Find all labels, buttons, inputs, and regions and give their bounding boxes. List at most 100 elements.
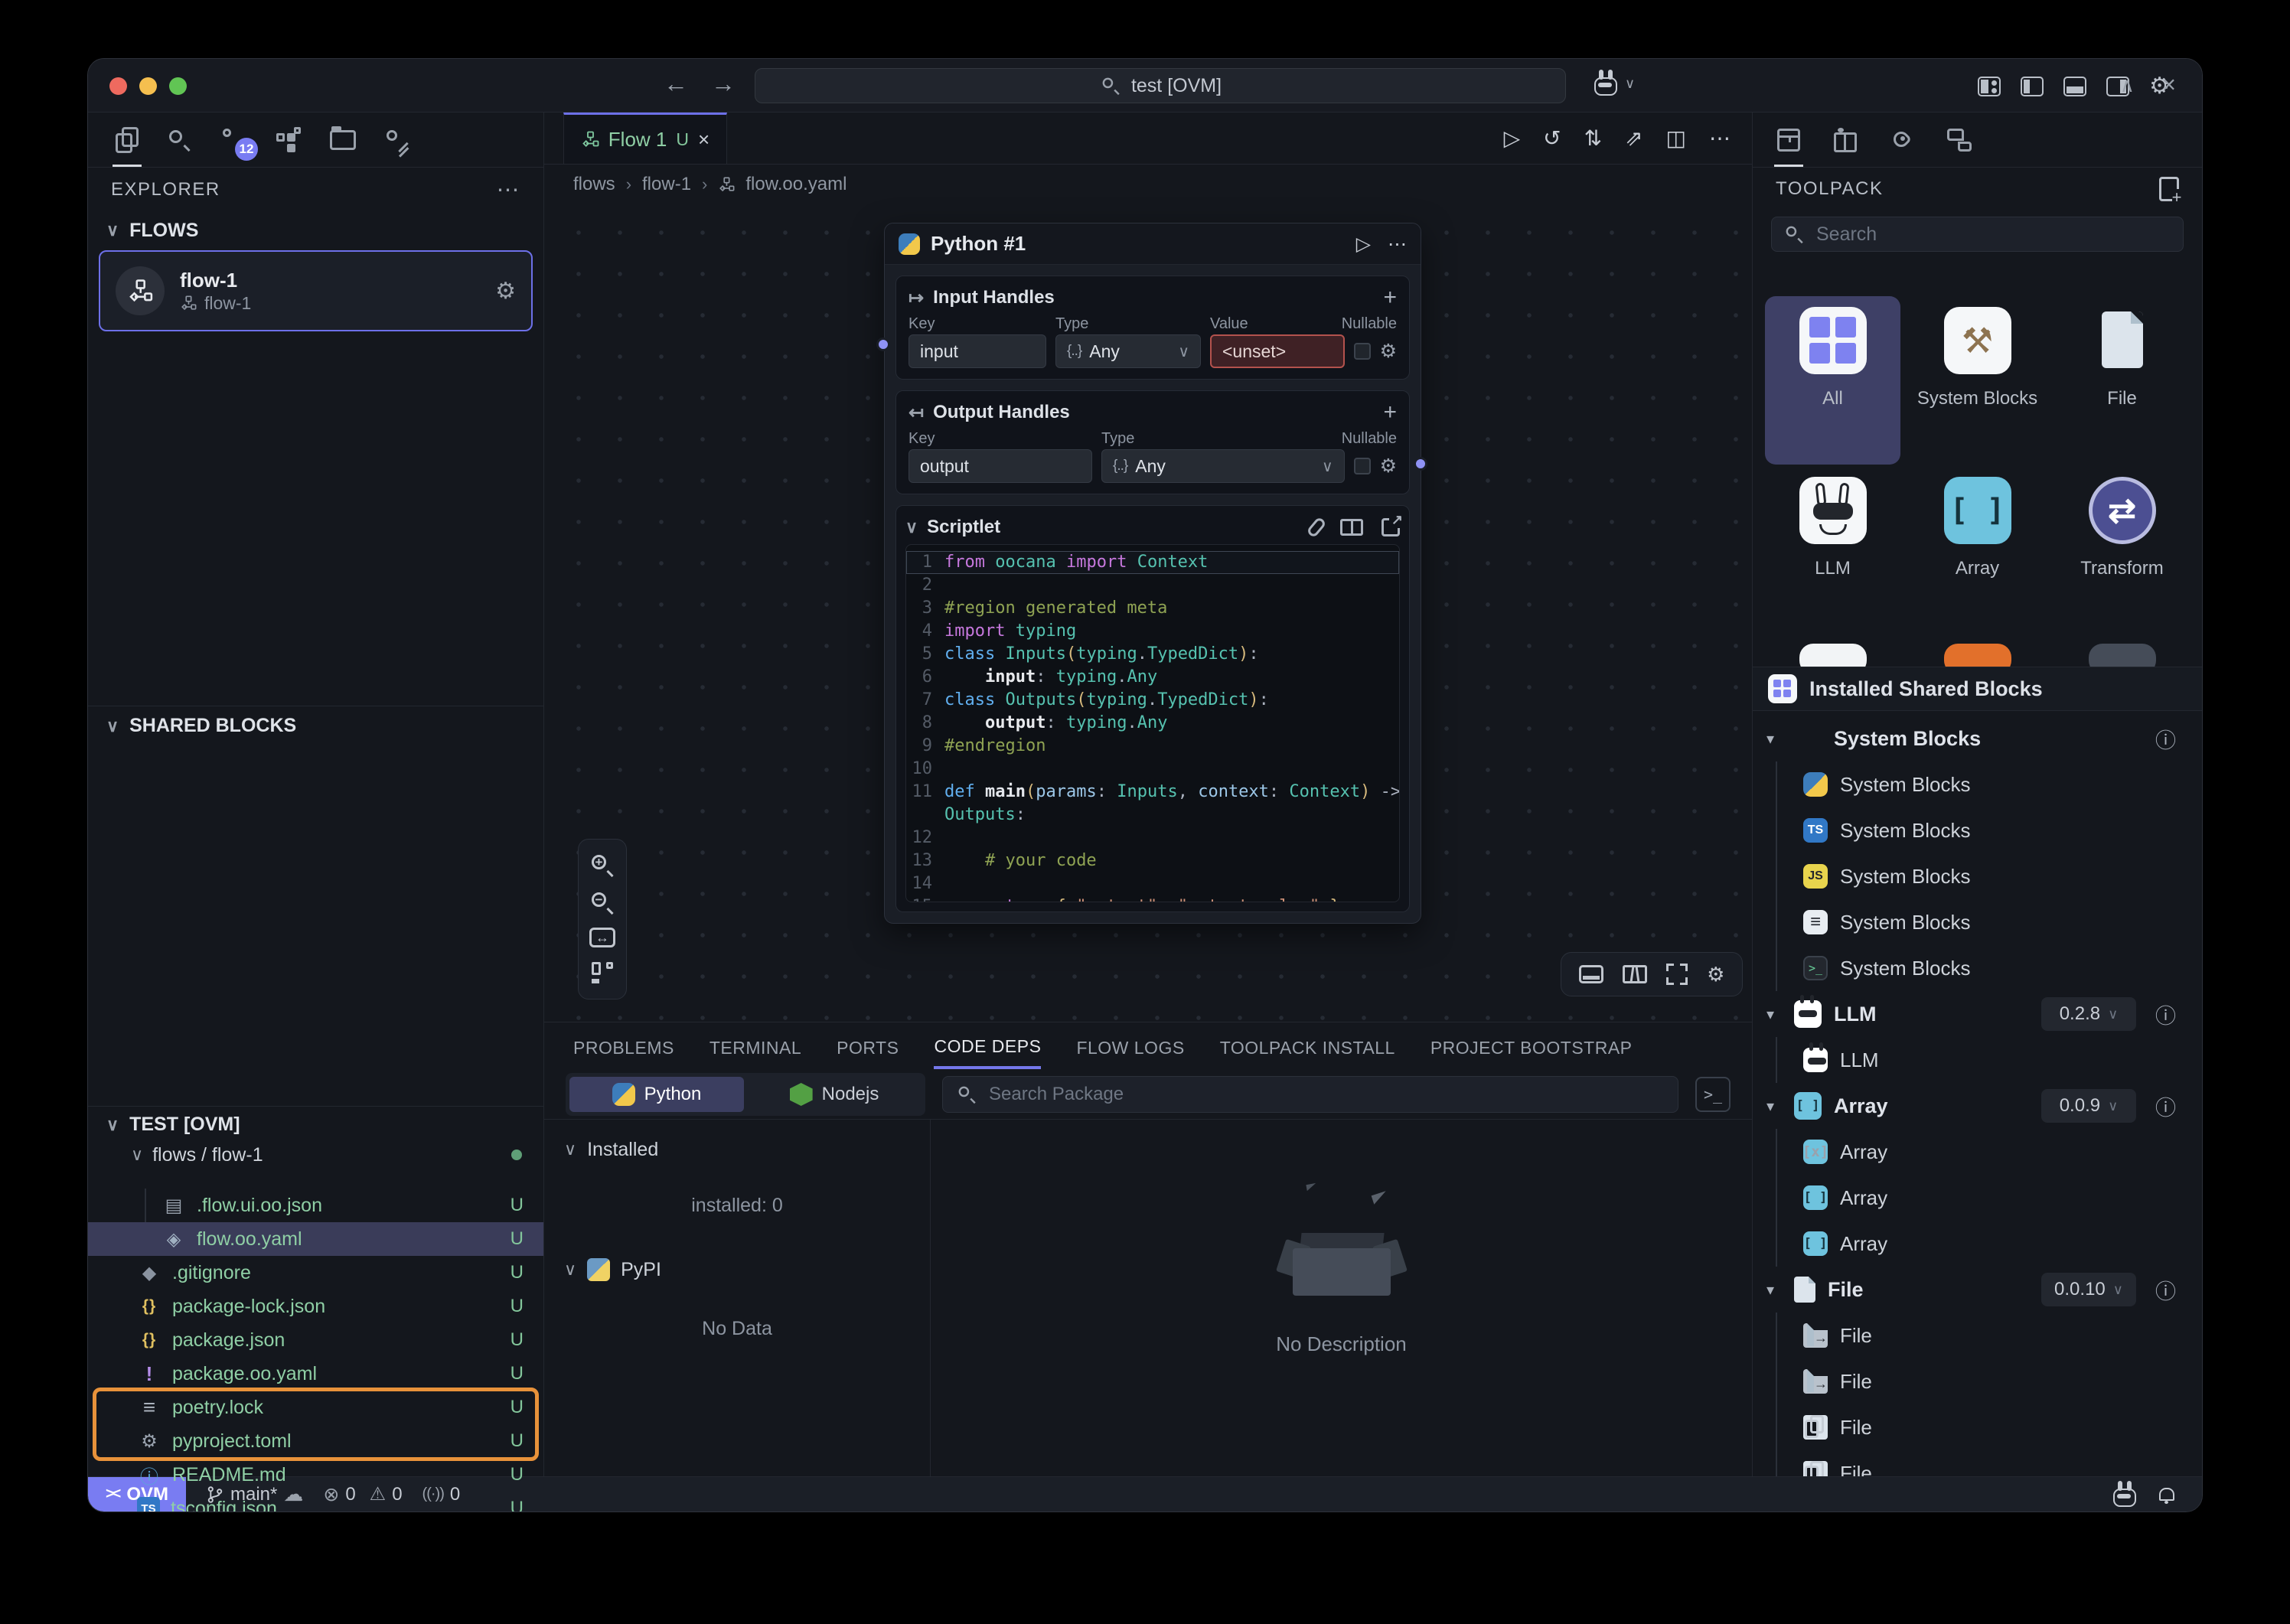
editor-tab-flow-1[interactable]: Flow 1 U × — [563, 113, 727, 164]
toolpack-card[interactable]: LLM — [1765, 466, 1900, 634]
new-toolpack-icon[interactable] — [2159, 177, 2179, 201]
input-connector-dot[interactable] — [876, 338, 890, 351]
version-select[interactable]: 0.0.9 ∨ — [2041, 1089, 2136, 1123]
canvas-control-icon[interactable] — [1623, 965, 1647, 983]
shared-block-item[interactable]: LLM — [1777, 1037, 2202, 1083]
code-line[interactable]: 10 — [906, 758, 1399, 781]
toolpack-card[interactable]: File — [2054, 296, 2190, 465]
rabbit-icon[interactable] — [2113, 1489, 2136, 1507]
code-line[interactable]: 15 return { "output": "output_value" } — [906, 895, 1399, 902]
nullable-checkbox[interactable] — [1354, 343, 1371, 360]
toolbar-icon[interactable] — [1543, 126, 1561, 151]
toolbar-icon[interactable] — [1584, 126, 1602, 151]
flow-canvas[interactable]: Python #1 Input Handles + — [544, 204, 1752, 1022]
shared-block-item[interactable]: System Blocks — [1777, 899, 2202, 945]
canvas-control-icon[interactable] — [1579, 965, 1603, 983]
input-value-field[interactable]: <unset> — [1210, 334, 1345, 368]
shared-block-item[interactable]: File — [1777, 1404, 2202, 1450]
shared-block-item[interactable]: System Blocks — [1777, 807, 2202, 853]
toolbar-icon[interactable] — [1666, 126, 1686, 151]
code-line[interactable]: 2 — [906, 574, 1399, 597]
close-window-button[interactable] — [109, 77, 127, 95]
code-editor[interactable]: 1 from oocana import Context 2 — [905, 544, 1400, 902]
toolpack-card[interactable]: System Blocks — [1910, 296, 2045, 465]
activity-bar-item[interactable] — [168, 113, 191, 167]
chevron-down-icon[interactable]: ∨ — [905, 517, 918, 537]
panel-bottom-icon[interactable] — [2063, 77, 2086, 96]
input-key-field[interactable]: input — [908, 334, 1046, 368]
input-type-select[interactable]: {..} Any ∨ — [1055, 334, 1201, 368]
canvas-control-icon[interactable] — [589, 928, 615, 947]
attach-icon[interactable] — [1306, 517, 1326, 539]
shared-block-item[interactable]: Array — [1777, 1221, 2202, 1267]
window-controls[interactable] — [109, 77, 187, 95]
canvas-control-icon[interactable] — [1666, 964, 1688, 985]
file-row[interactable]: package.json U — [88, 1323, 543, 1357]
handle-settings-icon[interactable] — [1380, 340, 1397, 363]
file-row[interactable]: tsconfig.json U — [88, 1492, 543, 1512]
code-line[interactable]: 5 class Inputs(typing.TypedDict): — [906, 643, 1399, 666]
toolbar-icon[interactable] — [1625, 126, 1642, 151]
chevron-down-icon[interactable]: ∨ — [106, 716, 119, 736]
command-search-input[interactable]: test [OVM] — [755, 68, 1566, 103]
canvas-control-icon[interactable] — [590, 853, 615, 878]
chevron-down-icon[interactable]: ∨ — [106, 220, 119, 240]
collapse-panel-icon[interactable] — [2120, 71, 2135, 99]
shared-block-group-row[interactable]: ▾ Array 0.0.9 ∨ ⓘ — [1753, 1083, 2202, 1129]
output-key-field[interactable]: output — [908, 449, 1092, 483]
activity-bar-item[interactable] — [116, 113, 139, 167]
file-row[interactable]: .flow.ui.oo.json U — [88, 1189, 543, 1222]
installed-group[interactable]: ∨ Installed — [544, 1132, 930, 1167]
flow-card[interactable]: flow-1 flow-1 — [99, 250, 533, 331]
output-type-select[interactable]: {..} Any ∨ — [1101, 449, 1345, 483]
close-icon[interactable]: × — [698, 128, 710, 152]
code-line[interactable]: 7 class Outputs(typing.TypedDict): — [906, 689, 1399, 712]
info-icon[interactable]: ⓘ — [2155, 1091, 2176, 1121]
node-header[interactable]: Python #1 — [885, 223, 1421, 265]
code-line[interactable]: 13 # your code — [906, 850, 1399, 872]
right-panel-tab[interactable] — [1777, 113, 1800, 167]
chevron-down-icon[interactable]: ∨ — [106, 1115, 119, 1135]
right-panel-tab[interactable] — [1834, 113, 1857, 167]
language-toggle-button[interactable]: Python — [569, 1077, 744, 1112]
right-panel-tab[interactable] — [1947, 113, 1972, 167]
code-line[interactable]: 12 — [906, 827, 1399, 850]
file-row[interactable]: package-lock.json U — [88, 1290, 543, 1323]
code-line[interactable]: 8 output: typing.Any — [906, 712, 1399, 735]
maximize-window-button[interactable] — [169, 77, 187, 95]
file-row[interactable]: package.oo.yaml U — [88, 1357, 543, 1391]
handle-settings-icon[interactable] — [1380, 455, 1397, 478]
open-external-icon[interactable] — [1382, 518, 1400, 536]
activity-bar-item[interactable] — [275, 113, 301, 167]
run-node-icon[interactable] — [1356, 233, 1371, 256]
forward-icon[interactable]: → — [711, 70, 736, 98]
toolpack-search-input[interactable]: Search — [1771, 217, 2184, 252]
file-row[interactable]: README.md U — [88, 1458, 543, 1492]
toolpack-card[interactable]: Array — [1910, 466, 2045, 634]
shared-block-item[interactable]: System Blocks — [1777, 853, 2202, 899]
toolpack-card[interactable]: Transform — [2054, 466, 2190, 634]
bottom-panel-tab[interactable]: PROBLEMS — [573, 1026, 674, 1068]
close-panel-icon[interactable] — [2162, 71, 2176, 99]
bottom-panel-tab[interactable]: PORTS — [837, 1026, 899, 1068]
file-row[interactable]: flow.oo.yaml U — [88, 1222, 543, 1256]
version-select[interactable]: 0.2.8 ∨ — [2041, 997, 2136, 1031]
more-icon[interactable] — [497, 177, 521, 204]
bell-icon[interactable] — [2159, 1488, 2174, 1501]
language-toggle-button[interactable]: Nodejs — [747, 1077, 922, 1112]
shared-block-group-row[interactable]: ▾ System Blocks ∨ ⓘ — [1753, 716, 2202, 761]
breadcrumb-file[interactable]: flow.oo.yaml — [745, 174, 847, 195]
output-connector-dot[interactable] — [1414, 457, 1427, 471]
info-icon[interactable]: ⓘ — [2155, 724, 2176, 754]
panel-left-icon[interactable] — [2021, 77, 2044, 96]
shared-block-item[interactable]: File — [1777, 1313, 2202, 1358]
info-icon[interactable]: ⓘ — [2155, 1000, 2176, 1029]
minimize-window-button[interactable] — [139, 77, 157, 95]
right-panel-tab[interactable] — [1890, 113, 1913, 167]
code-line[interactable]: 6 input: typing.Any — [906, 666, 1399, 689]
code-line[interactable]: 4 import typing — [906, 620, 1399, 643]
toolpack-card[interactable]: All — [1765, 296, 1900, 465]
code-line[interactable]: Outputs: — [906, 804, 1399, 827]
nullable-checkbox[interactable] — [1354, 458, 1371, 474]
flow-settings-icon[interactable] — [495, 278, 516, 305]
